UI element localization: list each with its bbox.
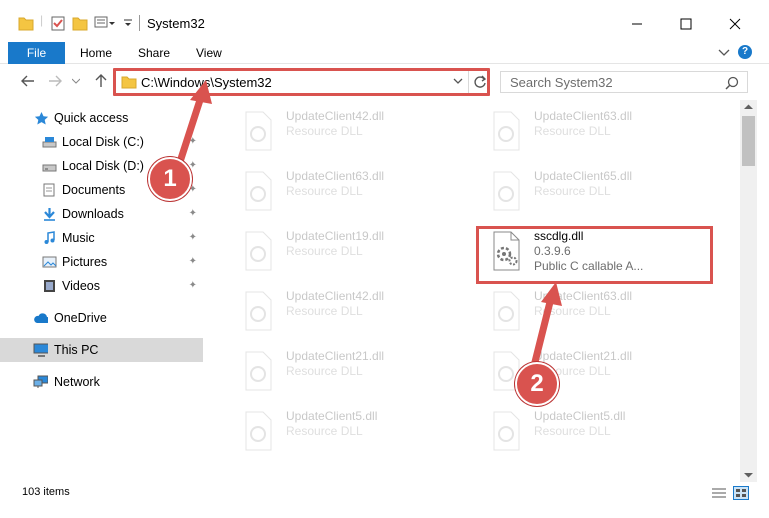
arrow-1 <box>174 80 212 172</box>
step-2-badge: 2 <box>515 362 559 406</box>
annotation-arrows <box>174 80 562 374</box>
arrow-2 <box>529 282 562 374</box>
step-1-badge: 1 <box>148 157 192 201</box>
